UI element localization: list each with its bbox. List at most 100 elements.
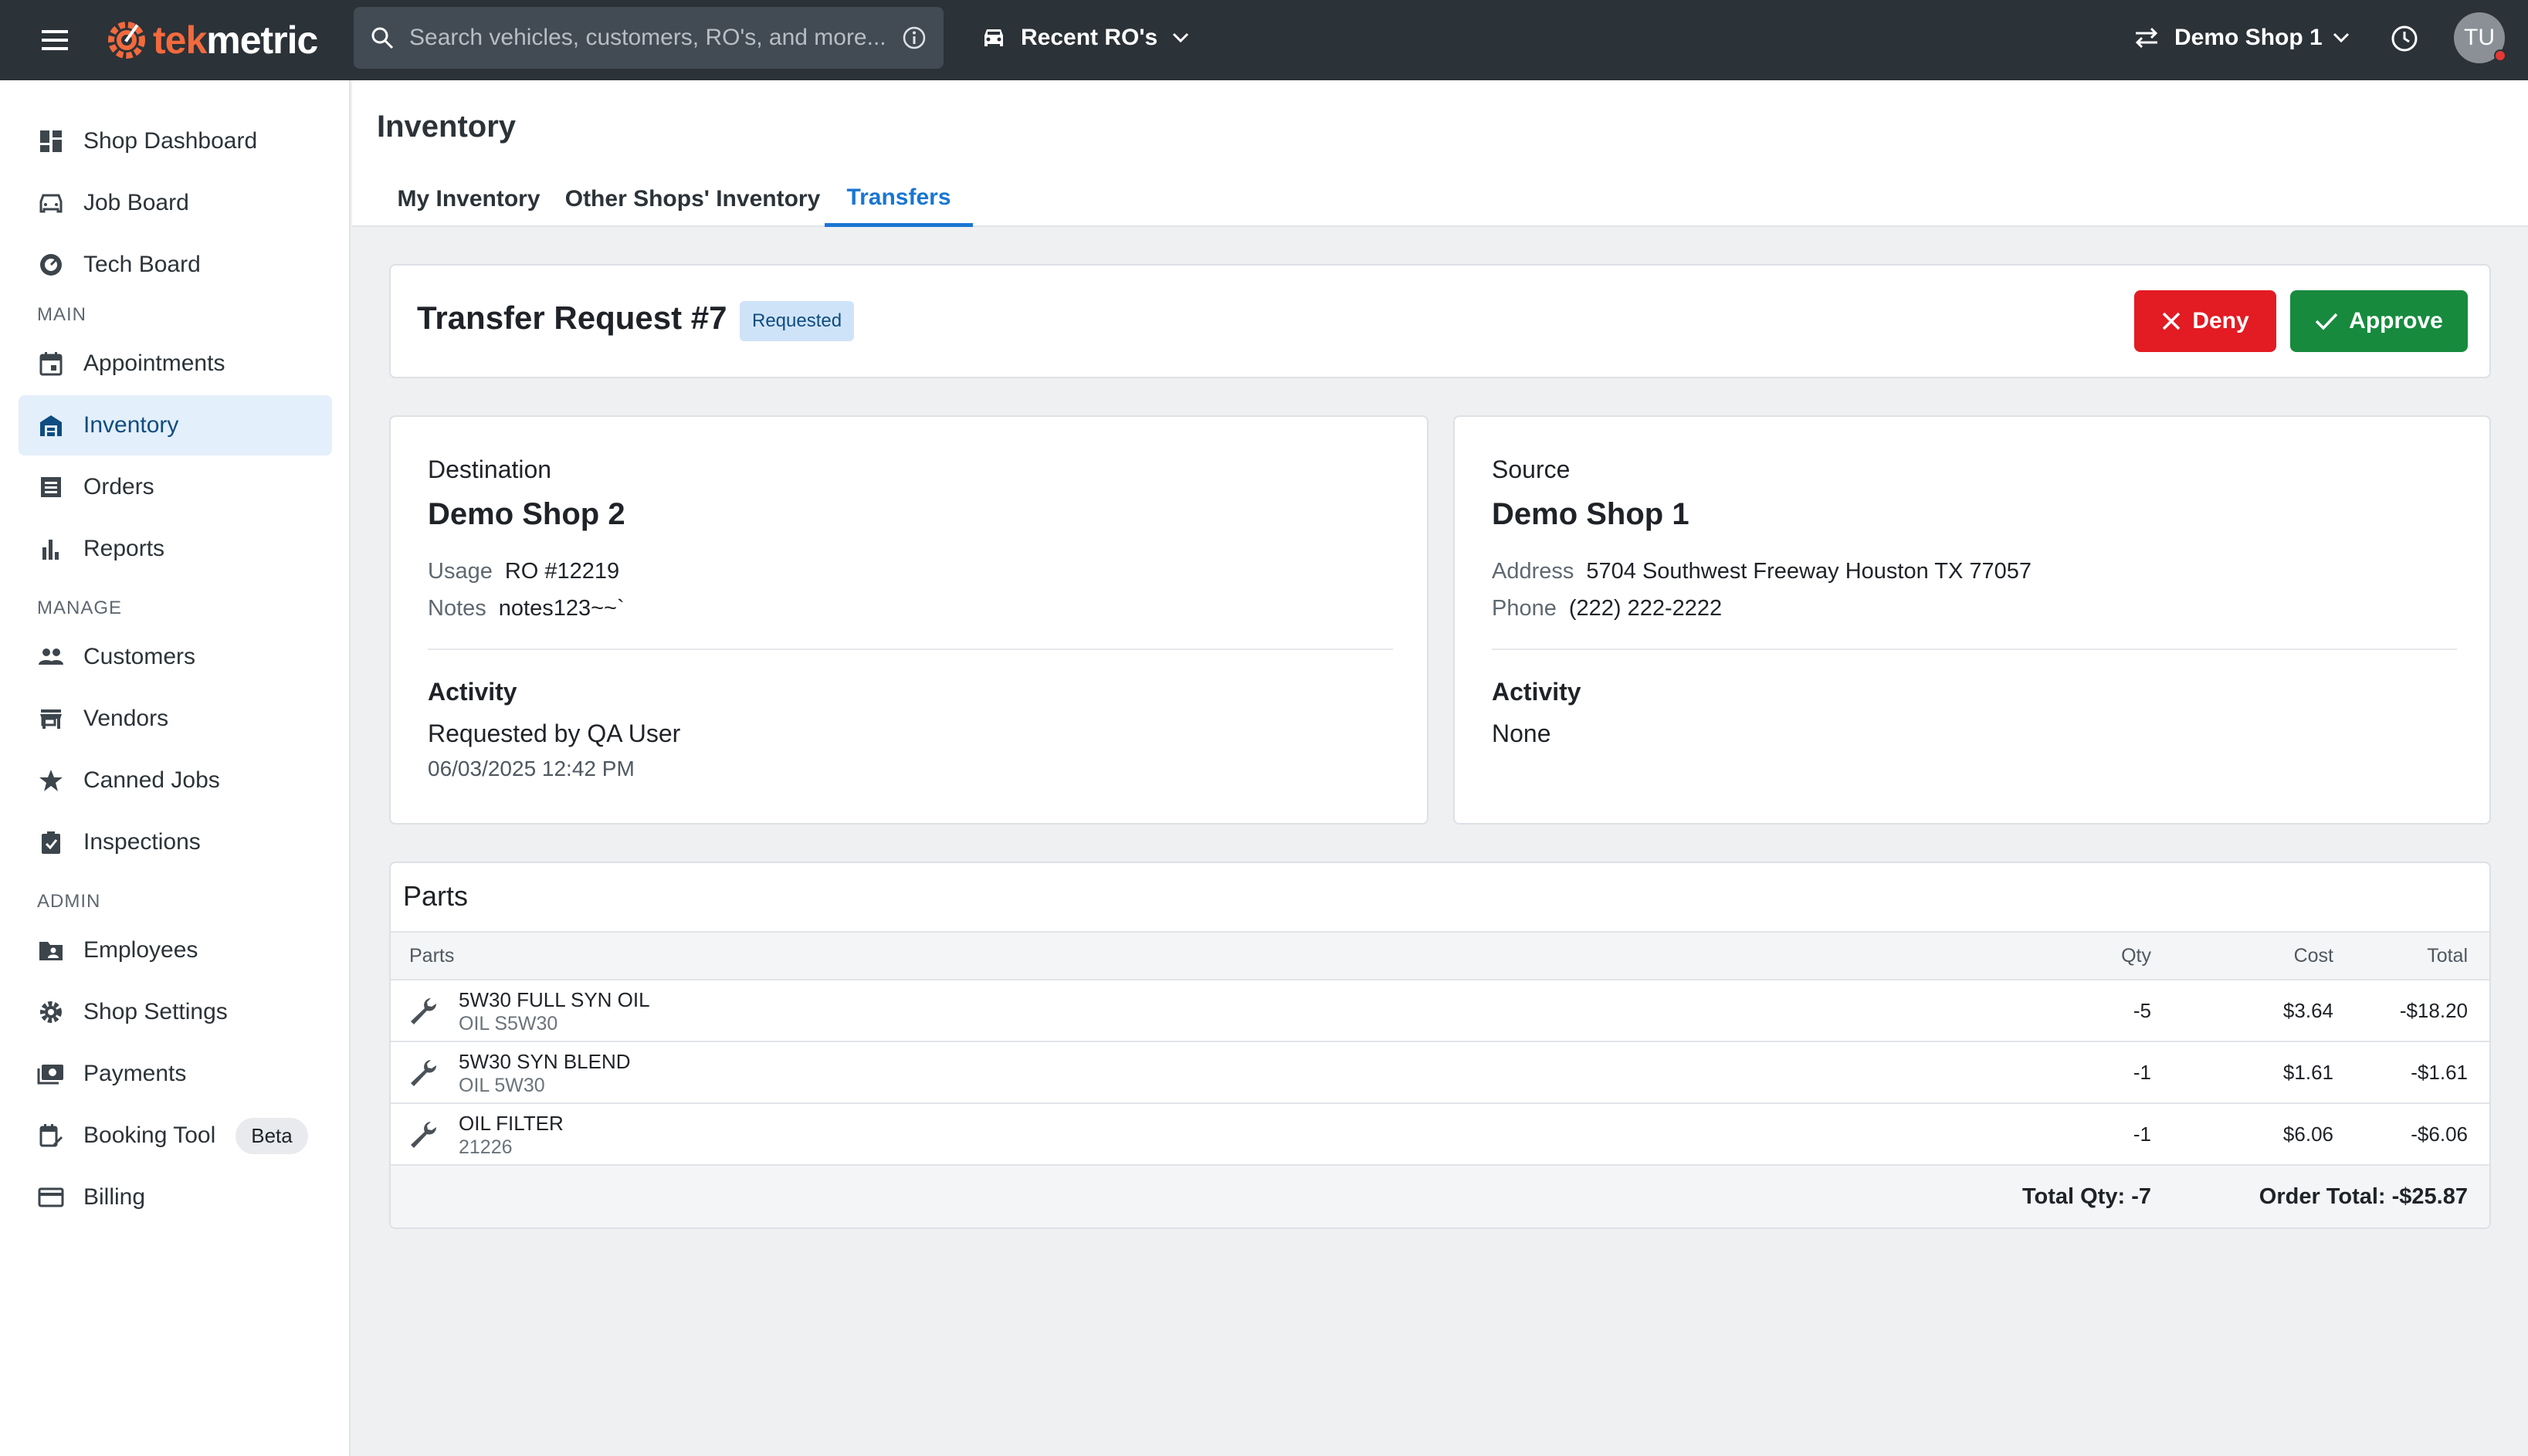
dashboard-icon [37, 127, 65, 155]
avatar-initials: TU [2464, 25, 2495, 50]
sidebar-item-payments[interactable]: Payments [19, 1044, 332, 1104]
chevron-down-icon [2333, 32, 2349, 43]
notes-label: Notes [428, 596, 486, 621]
sidebar: Shop Dashboard Job Board Tech Board MAIN… [0, 80, 351, 1456]
part-cost: $3.64 [2282, 999, 2333, 1022]
car-icon [37, 189, 65, 217]
tekmetric-logo[interactable]: tekmetric [105, 9, 318, 71]
sidebar-item-shop-settings[interactable]: Shop Settings [19, 982, 332, 1042]
divider [428, 648, 1393, 650]
sidebar-item-customers[interactable]: Customers [19, 627, 332, 687]
column-header-parts[interactable]: Parts [409, 945, 454, 967]
sidebar-item-inspections[interactable]: Inspections [19, 812, 332, 872]
history-clock-icon[interactable] [2383, 17, 2426, 60]
parts-table-header: Parts Qty Cost Total [391, 931, 2489, 980]
page-header: Inventory My Inventory Other Shops' Inve… [352, 80, 2528, 227]
section-label-manage: MANAGE [37, 598, 123, 618]
sidebar-item-label: Employees [83, 937, 198, 963]
parts-card: Parts Parts Qty Cost Total 5W30 FULL SYN… [389, 862, 2491, 1229]
address-label: Address [1492, 559, 1574, 584]
sidebar-item-canned-jobs[interactable]: Canned Jobs [19, 750, 332, 811]
tab-transfers[interactable]: Transfers [825, 171, 973, 227]
hamburger-menu-icon[interactable] [28, 13, 82, 67]
sidebar-item-label: Vendors [83, 706, 169, 731]
sidebar-item-label: Booking Tool [83, 1122, 216, 1148]
sidebar-item-label: Inventory [83, 412, 179, 438]
transfer-request-header-card: Transfer Request #7 Requested Deny Appro… [389, 264, 2491, 378]
global-search[interactable] [354, 7, 944, 69]
search-icon [371, 27, 394, 49]
usage-row: Usage RO #12219 [428, 559, 619, 584]
calendar-edit-icon [37, 1122, 65, 1150]
part-qty: -5 [2133, 999, 2151, 1022]
destination-heading: Destination [428, 455, 552, 483]
wrench-icon [408, 1058, 439, 1089]
bar-chart-icon [37, 535, 65, 563]
swap-arrows-icon [2135, 27, 2158, 49]
money-icon [37, 1060, 65, 1088]
sidebar-item-label: Shop Settings [83, 999, 228, 1024]
section-label-admin: ADMIN [37, 891, 101, 912]
sidebar-item-reports[interactable]: Reports [19, 519, 332, 579]
table-row[interactable]: OIL FILTER 21226 -1 $6.06 -$6.06 [391, 1104, 2489, 1166]
part-code: 21226 [459, 1136, 513, 1158]
usage-value: RO #12219 [504, 559, 620, 584]
car-icon [984, 29, 1003, 46]
table-row[interactable]: 5W30 SYN BLEND OIL 5W30 -1 $1.61 -$1.61 [391, 1042, 2489, 1104]
approve-label: Approve [2349, 308, 2443, 334]
part-cost: $1.61 [2282, 1061, 2333, 1084]
phone-value: (222) 222-2222 [1568, 596, 1723, 621]
parts-title: Parts [403, 880, 469, 912]
destination-activity-heading: Activity [428, 678, 517, 706]
credit-card-icon [37, 1183, 65, 1211]
search-input[interactable] [409, 25, 902, 51]
column-header-total[interactable]: Total [2321, 945, 2468, 967]
deny-button[interactable]: Deny [2134, 290, 2276, 352]
info-icon[interactable] [902, 25, 927, 50]
shop-switcher[interactable]: Demo Shop 1 [2133, 11, 2350, 65]
sidebar-item-orders[interactable]: Orders [19, 457, 332, 517]
recent-ros-dropdown[interactable]: Recent RO's [981, 11, 1190, 65]
column-header-cost[interactable]: Cost [2198, 945, 2333, 967]
sidebar-item-vendors[interactable]: Vendors [19, 689, 332, 749]
source-heading: Source [1492, 455, 1571, 483]
sidebar-item-shop-dashboard[interactable]: Shop Dashboard [19, 111, 332, 171]
folder-person-icon [37, 936, 65, 964]
tab-other-shops-inventory[interactable]: Other Shops' Inventory [561, 171, 825, 227]
sidebar-item-appointments[interactable]: Appointments [19, 334, 332, 394]
logo-text: tekmetric [153, 19, 318, 62]
column-header-qty[interactable]: Qty [2012, 945, 2151, 967]
sidebar-item-label: Inspections [83, 829, 201, 855]
sidebar-item-employees[interactable]: Employees [19, 920, 332, 980]
part-total: -$1.61 [2411, 1061, 2468, 1084]
logo-gear-icon [108, 22, 145, 59]
sidebar-item-inventory[interactable]: Inventory [19, 395, 332, 455]
list-icon [37, 473, 65, 501]
calendar-icon [37, 350, 65, 378]
user-avatar[interactable]: TU [2454, 12, 2506, 63]
sidebar-item-tech-board[interactable]: Tech Board [19, 235, 332, 295]
notes-row: Notes notes123~~` [428, 596, 625, 621]
gear-icon [37, 998, 65, 1026]
source-shop-name: Demo Shop 1 [1492, 497, 1689, 531]
people-icon [37, 643, 65, 671]
source-activity-heading: Activity [1492, 678, 1581, 706]
part-cost: $6.06 [2282, 1122, 2333, 1146]
sidebar-item-billing[interactable]: Billing [19, 1167, 332, 1227]
wrench-icon [408, 996, 439, 1027]
sidebar-item-booking-tool[interactable]: Booking Tool Beta [19, 1106, 332, 1166]
table-row[interactable]: 5W30 FULL SYN OIL OIL S5W30 -5 $3.64 -$1… [391, 980, 2489, 1042]
address-row: Address 5704 Southwest Freeway Houston TX… [1492, 559, 2032, 584]
destination-activity-text: Requested by QA User [428, 720, 681, 747]
part-name: 5W30 SYN BLEND [459, 1050, 631, 1073]
part-code: OIL S5W30 [459, 1013, 558, 1034]
clipboard-icon [37, 828, 65, 856]
sidebar-item-label: Appointments [83, 350, 225, 376]
sidebar-item-label: Tech Board [83, 252, 201, 277]
part-name: 5W30 FULL SYN OIL [459, 988, 650, 1011]
approve-button[interactable]: Approve [2290, 290, 2468, 352]
source-activity-text: None [1492, 720, 1551, 747]
divider [1492, 648, 2457, 650]
sidebar-item-job-board[interactable]: Job Board [19, 173, 332, 233]
tab-my-inventory[interactable]: My Inventory [377, 171, 561, 227]
